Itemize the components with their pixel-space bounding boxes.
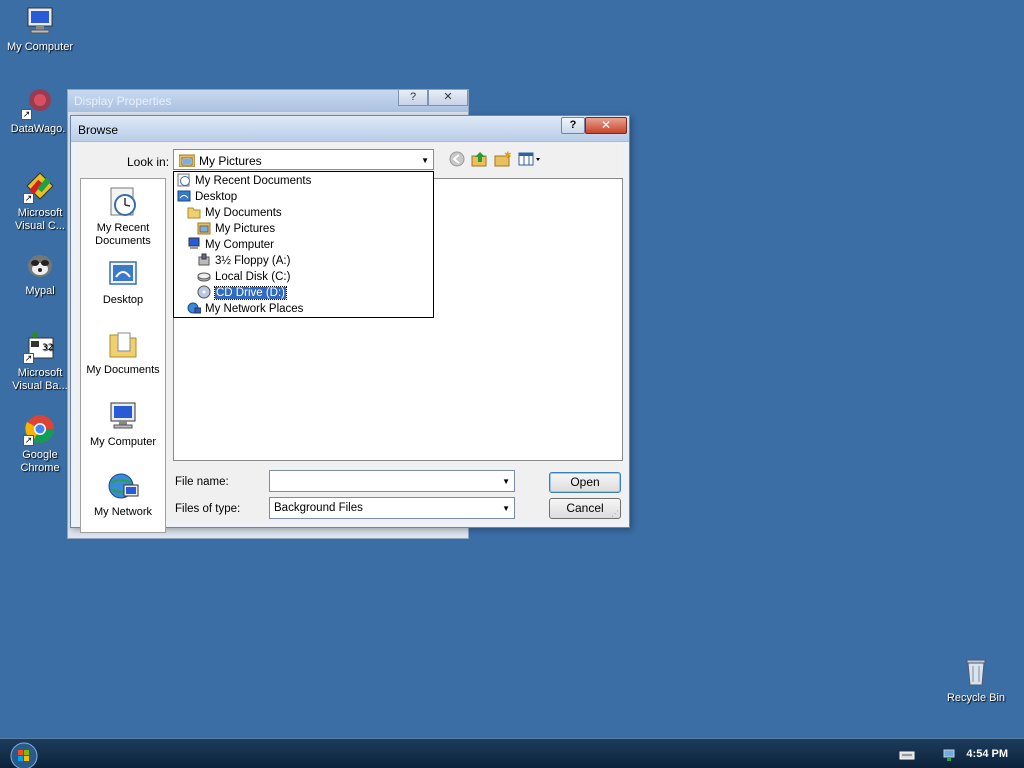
places-bar: My Recent Documents Desktop My Documents… <box>80 178 166 533</box>
help-button[interactable]: ? <box>398 90 428 106</box>
disk-icon <box>197 269 211 283</box>
mypal-icon <box>23 248 57 282</box>
place-label: My Network <box>93 506 153 518</box>
network-icon <box>187 301 202 315</box>
chrome-icon: ↗ <box>23 412 57 446</box>
datawago-icon: ↗ <box>21 86 55 120</box>
desktop-icon <box>177 189 191 203</box>
place-my-computer[interactable]: My Computer <box>81 399 165 449</box>
chevron-down-icon[interactable]: ▼ <box>421 156 429 165</box>
place-label: My Computer <box>89 436 157 448</box>
desktop-icon <box>106 257 140 291</box>
place-desktop[interactable]: Desktop <box>81 257 165 307</box>
shortcut-arrow-icon: ↗ <box>23 193 34 204</box>
look-in-combobox[interactable]: My Pictures ▼ <box>173 149 434 170</box>
close-button[interactable]: ✕ <box>585 117 627 134</box>
visual-c-icon: ↗ <box>23 170 57 204</box>
place-recent-documents[interactable]: My Recent Documents <box>81 185 165 248</box>
place-my-documents[interactable]: My Documents <box>81 327 165 377</box>
pictures-folder-icon <box>178 153 196 168</box>
floppy-icon <box>197 253 211 267</box>
look-in-dropdown-list[interactable]: My Recent Documents Desktop My Documents… <box>173 171 434 318</box>
desktop-icon-recycle-bin[interactable]: Recycle Bin <box>937 655 1015 705</box>
dropdown-item-floppy[interactable]: 3½ Floppy (A:) <box>197 253 290 269</box>
start-button[interactable] <box>9 741 39 768</box>
dialog-titlebar[interactable]: Browse ? ✕ <box>71 116 629 142</box>
desktop-icon-label: My Computer <box>6 41 74 53</box>
close-button[interactable]: ✕ <box>428 90 468 106</box>
up-folder-button[interactable] <box>471 151 489 167</box>
chevron-down-icon[interactable]: ▼ <box>502 504 510 513</box>
recent-documents-icon <box>106 185 140 219</box>
dialog-title: Browse <box>78 123 119 137</box>
files-of-type-value: Background Files <box>274 502 363 514</box>
place-label: My Documents <box>86 364 160 376</box>
desktop-icon-label: Recycle Bin <box>946 692 1006 704</box>
dialog-client-area: Look in: My Pictures ▼ ✱ My Recent Docum… <box>77 142 623 533</box>
view-menu-button[interactable] <box>518 151 542 167</box>
files-of-type-select[interactable]: Background Files ▼ <box>269 497 515 519</box>
network-icon <box>106 469 140 503</box>
dropdown-item-cd-drive[interactable]: CD Drive (D:) <box>197 285 287 301</box>
look-in-label: Look in: <box>127 155 170 169</box>
desktop-icon-datawago[interactable]: ↗ DataWago. <box>0 86 77 136</box>
desktop-icon-label: DataWago. <box>10 123 66 135</box>
shortcut-arrow-icon: ↗ <box>23 353 34 364</box>
dropdown-item-my-pictures[interactable]: My Pictures <box>197 221 275 237</box>
dropdown-item-network-places[interactable]: My Network Places <box>187 301 303 317</box>
shortcut-arrow-icon: ↗ <box>21 109 32 120</box>
computer-icon <box>187 237 201 251</box>
files-of-type-label: Files of type: <box>175 503 241 515</box>
place-label: Desktop <box>102 294 144 306</box>
svg-text:32: 32 <box>42 343 53 353</box>
file-name-label: File name: <box>175 476 229 488</box>
computer-icon <box>106 399 140 433</box>
dropdown-item-local-disk[interactable]: Local Disk (C:) <box>197 269 290 285</box>
recent-documents-icon <box>177 173 191 187</box>
dropdown-item-my-documents[interactable]: My Documents <box>187 205 282 221</box>
cd-drive-icon <box>197 285 211 299</box>
help-button[interactable]: ? <box>561 117 585 134</box>
folder-icon <box>106 327 140 361</box>
file-name-field[interactable]: ▼ <box>269 470 515 492</box>
keyboard-icon[interactable] <box>899 748 915 762</box>
look-in-value: My Pictures <box>199 154 262 168</box>
open-button[interactable]: Open <box>549 472 621 493</box>
recycle-bin-icon <box>959 655 993 689</box>
back-button[interactable] <box>448 151 466 167</box>
browse-dialog[interactable]: Browse ? ✕ Look in: My Pictures ▼ ✱ My R… <box>70 115 630 533</box>
desktop-icon-my-computer[interactable]: My Computer <box>1 4 79 54</box>
pictures-folder-icon <box>197 221 211 235</box>
new-folder-button[interactable]: ✱ <box>494 151 512 167</box>
computer-icon <box>23 4 57 38</box>
dropdown-item-recent-documents[interactable]: My Recent Documents <box>177 173 311 189</box>
resize-grip-icon[interactable]: ⋰ <box>611 509 621 519</box>
visual-basic-icon: 32 ↗ <box>23 330 57 364</box>
place-label: My Recent Documents <box>95 222 151 247</box>
dropdown-item-desktop[interactable]: Desktop <box>177 189 237 205</box>
dropdown-item-my-computer[interactable]: My Computer <box>187 237 274 253</box>
network-tray-icon[interactable] <box>941 748 957 762</box>
svg-text:✱: ✱ <box>504 151 512 161</box>
chevron-down-icon[interactable]: ▼ <box>502 477 510 486</box>
place-my-network[interactable]: My Network <box>81 469 165 519</box>
taskbar: 4:54 PM <box>0 738 1024 768</box>
shortcut-arrow-icon: ↗ <box>23 435 34 446</box>
folder-icon <box>187 205 201 219</box>
window-title: Display Properties <box>74 94 172 108</box>
clock[interactable]: 4:54 PM <box>966 748 1008 760</box>
